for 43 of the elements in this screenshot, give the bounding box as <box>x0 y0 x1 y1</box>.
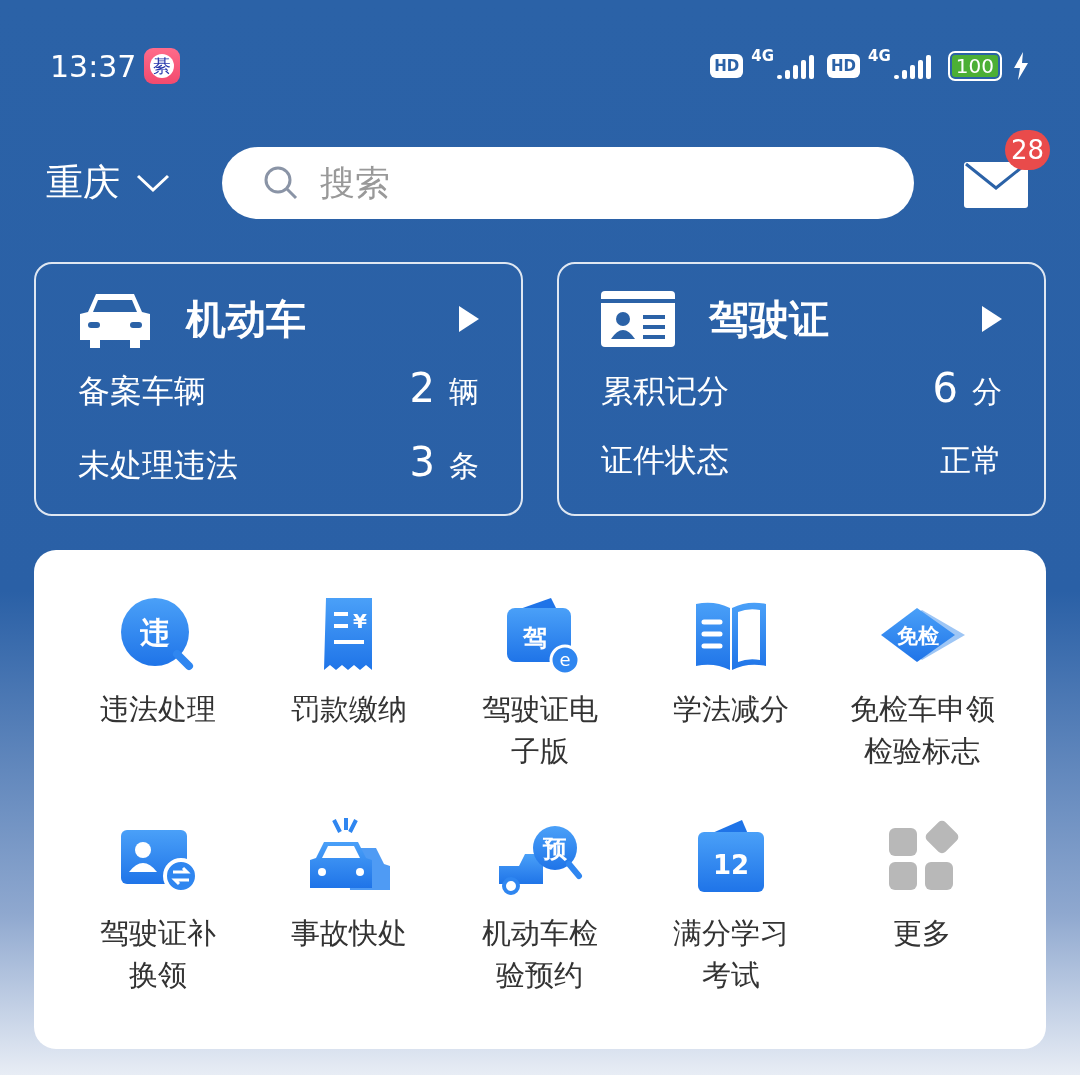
service-link[interactable]: 驾驶证电 子版 <box>482 688 598 772</box>
stat-unit: 条 <box>449 447 479 486</box>
stat-label: 累积记分 <box>601 370 730 412</box>
city-selector[interactable]: 重庆 <box>46 158 222 208</box>
search-input[interactable]: 搜索 <box>318 162 802 204</box>
service-link[interactable]: 免检车申领 检验标志 <box>849 688 995 772</box>
stat-value: 2 <box>409 364 435 411</box>
stat-value: 3 <box>409 439 435 486</box>
service-link[interactable]: 违法处理 <box>99 688 216 730</box>
service-link[interactable]: 事故快处 <box>290 912 407 954</box>
service-link[interactable]: 罚款缴纳 <box>290 688 407 730</box>
service-link[interactable]: 机动车检 验预约 <box>482 912 598 996</box>
play-arrow-icon <box>982 306 1002 333</box>
stat-value: 6 <box>932 364 958 411</box>
play-arrow-icon <box>459 306 479 333</box>
service-link[interactable]: 驾驶证补 换领 <box>99 912 216 996</box>
search-field[interactable]: 搜索 <box>222 147 914 219</box>
status-time: 13:37 <box>50 48 137 84</box>
service-link[interactable]: 满分学习 考试 <box>673 912 790 996</box>
network-type: 4G <box>751 47 775 65</box>
stat-unit: 辆 <box>449 372 479 411</box>
chevron-down-icon <box>136 173 170 193</box>
card-title: 机动车 <box>186 294 307 344</box>
network-type: 4G <box>868 47 891 65</box>
signal-icon <box>893 53 934 79</box>
charging-icon <box>1012 52 1030 80</box>
stat-value: 正常 <box>940 441 1002 481</box>
stat-label: 证件状态 <box>601 440 730 482</box>
id-card-icon <box>601 291 675 348</box>
battery-level: 100 <box>947 51 1002 81</box>
stat-label: 未处理违法 <box>78 445 239 487</box>
summary-card[interactable]: 驾驶证 累积记分 6 分 证件状态 正常 <box>557 262 1046 516</box>
hd-badge: HD <box>827 54 861 78</box>
hd-badge: HD <box>710 54 744 78</box>
app-notification-icon: 綦 <box>144 48 181 84</box>
search-icon <box>264 166 298 200</box>
card-title: 驾驶证 <box>709 294 830 344</box>
summary-card[interactable]: 机动车 备案车辆 2 辆 未处理违法 3 条 <box>34 262 523 516</box>
stat-unit: 分 <box>972 372 1002 411</box>
service-link[interactable]: 学法减分 <box>673 688 790 730</box>
stat-label: 备案车辆 <box>78 370 207 412</box>
unread-badge: 28 <box>1004 130 1050 170</box>
service-link[interactable]: 更多 <box>893 912 952 954</box>
